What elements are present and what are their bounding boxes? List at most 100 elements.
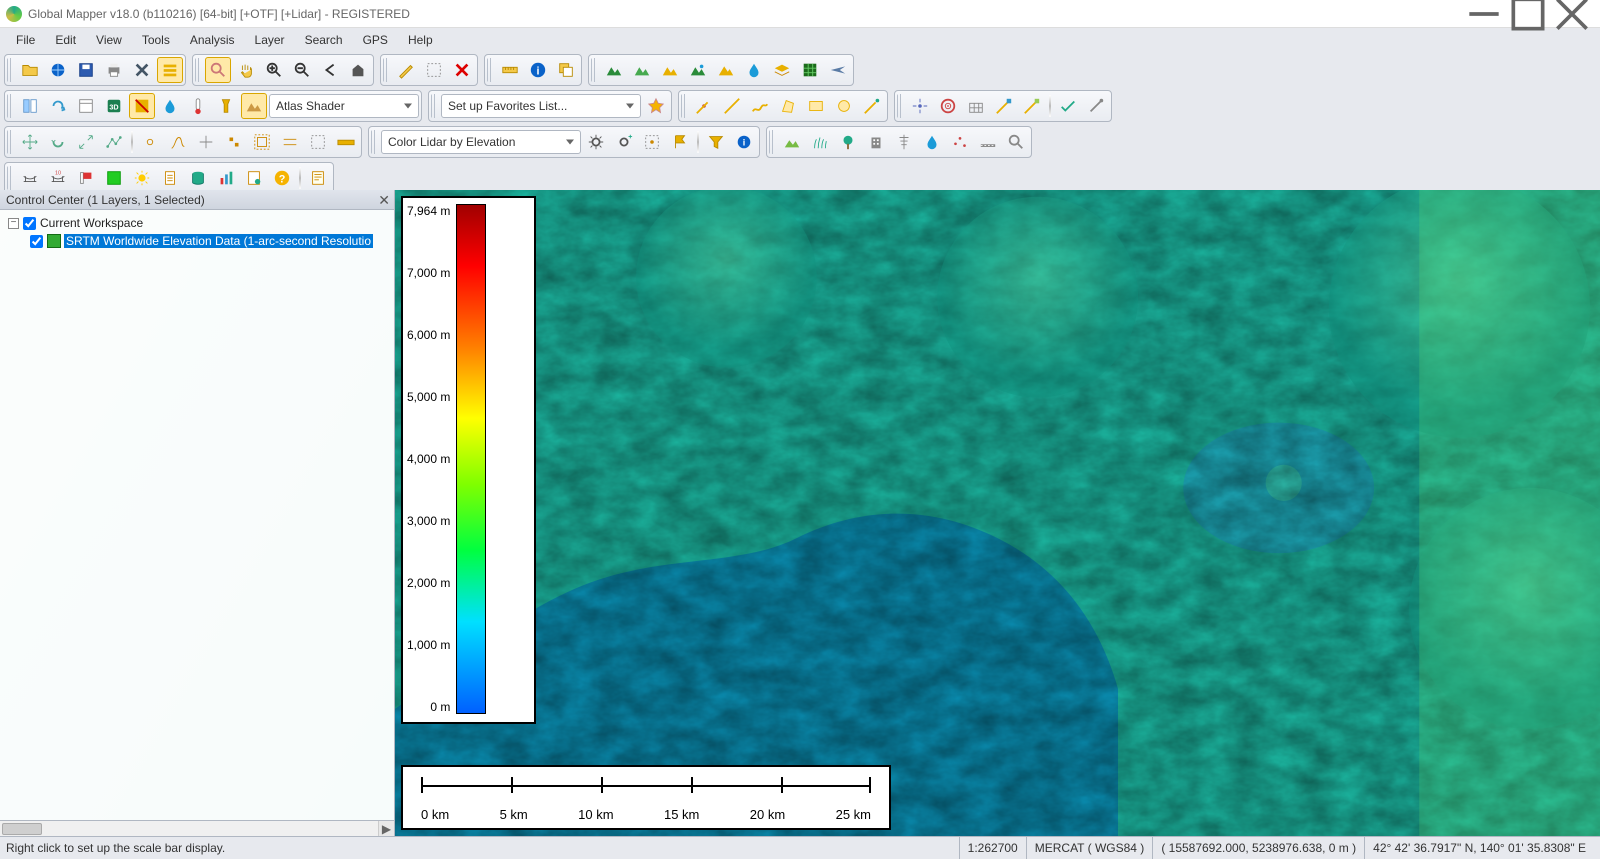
measure-button[interactable] bbox=[497, 57, 523, 83]
digitizer-button[interactable] bbox=[393, 57, 419, 83]
layer-visibility-checkbox[interactable] bbox=[30, 235, 43, 248]
scrollbar-thumb[interactable] bbox=[2, 823, 42, 835]
class-ground-icon[interactable] bbox=[779, 129, 805, 155]
feature-info-button[interactable]: i bbox=[525, 57, 551, 83]
draw-area-icon[interactable] bbox=[775, 93, 801, 119]
draw-text-icon[interactable] bbox=[859, 93, 885, 119]
fly-through-icon[interactable] bbox=[825, 57, 851, 83]
toolbar-handle-icon[interactable] bbox=[897, 94, 903, 118]
menu-analysis[interactable]: Analysis bbox=[180, 30, 245, 50]
print-button[interactable] bbox=[101, 57, 127, 83]
select-rect-button[interactable] bbox=[421, 57, 447, 83]
menu-layer[interactable]: Layer bbox=[245, 30, 295, 50]
toolbar-handle-icon[interactable] bbox=[383, 58, 389, 82]
db-icon[interactable] bbox=[185, 165, 211, 191]
trace-icon[interactable] bbox=[165, 129, 191, 155]
menu-edit[interactable]: Edit bbox=[45, 30, 86, 50]
scale-bar[interactable]: 0 km 5 km 10 km 15 km 20 km 25 km bbox=[401, 765, 891, 830]
target-icon[interactable] bbox=[935, 93, 961, 119]
window-maximize-button[interactable] bbox=[1506, 0, 1550, 28]
buffer-icon[interactable] bbox=[249, 129, 275, 155]
copy-view-button[interactable] bbox=[553, 57, 579, 83]
split-view-icon[interactable] bbox=[17, 93, 43, 119]
draw-freehand-icon[interactable] bbox=[747, 93, 773, 119]
lidar-gear-icon[interactable] bbox=[583, 129, 609, 155]
shader-select-button[interactable] bbox=[241, 93, 267, 119]
tree-expander-icon[interactable]: − bbox=[8, 218, 19, 229]
eraser-icon[interactable] bbox=[1019, 93, 1045, 119]
class-powerline-icon[interactable] bbox=[891, 129, 917, 155]
menu-view[interactable]: View bbox=[86, 30, 132, 50]
red-flag-icon[interactable] bbox=[73, 165, 99, 191]
open-button[interactable] bbox=[17, 57, 43, 83]
move-tool-icon[interactable] bbox=[17, 129, 43, 155]
bridge1-icon[interactable] bbox=[17, 165, 43, 191]
toolbar-handle-icon[interactable] bbox=[195, 58, 201, 82]
menu-gps[interactable]: GPS bbox=[353, 30, 398, 50]
bridge2-icon[interactable]: 10 bbox=[45, 165, 71, 191]
panel-close-icon[interactable]: ✕ bbox=[378, 192, 390, 209]
tree-layer-label[interactable]: SRTM Worldwide Elevation Data (1-arc-sec… bbox=[64, 234, 373, 248]
green-box-icon[interactable] bbox=[101, 165, 127, 191]
doc-icon[interactable] bbox=[157, 165, 183, 191]
map-view[interactable]: 7,964 m 7,000 m 6,000 m 5,000 m 4,000 m … bbox=[395, 190, 1600, 836]
favorite-star-icon[interactable] bbox=[643, 93, 669, 119]
class-road-icon[interactable] bbox=[975, 129, 1001, 155]
globe-button[interactable] bbox=[45, 57, 71, 83]
merge-icon[interactable] bbox=[221, 129, 247, 155]
rotate-tool-icon[interactable] bbox=[45, 129, 71, 155]
elevation-legend[interactable]: 7,964 m 7,000 m 6,000 m 5,000 m 4,000 m … bbox=[401, 196, 536, 724]
control-center-button[interactable] bbox=[157, 57, 183, 83]
toolbar-handle-icon[interactable] bbox=[591, 58, 597, 82]
scale-tool-icon[interactable] bbox=[73, 129, 99, 155]
flashlight-icon[interactable] bbox=[213, 93, 239, 119]
window-close-button[interactable] bbox=[1550, 0, 1594, 28]
clip-tool-icon[interactable] bbox=[305, 129, 331, 155]
toolbar-handle-icon[interactable] bbox=[7, 166, 13, 190]
help-icon[interactable]: ? bbox=[269, 165, 295, 191]
sidebar-h-scrollbar[interactable]: ▶ bbox=[0, 820, 394, 836]
toolbar-handle-icon[interactable] bbox=[681, 94, 687, 118]
layers-icon[interactable] bbox=[769, 57, 795, 83]
chart-icon[interactable] bbox=[213, 165, 239, 191]
toolbar-handle-icon[interactable] bbox=[7, 130, 13, 154]
toolbar-handle-icon[interactable] bbox=[7, 58, 13, 82]
menu-file[interactable]: File bbox=[6, 30, 45, 50]
zoom-out-button[interactable] bbox=[289, 57, 315, 83]
toolbar-handle-icon[interactable] bbox=[7, 94, 13, 118]
class-noise-icon[interactable] bbox=[947, 129, 973, 155]
class-search-icon[interactable] bbox=[1003, 129, 1029, 155]
zoom-in-button[interactable] bbox=[261, 57, 287, 83]
offset-icon[interactable] bbox=[277, 129, 303, 155]
tree-root-row[interactable]: − Current Workspace bbox=[8, 214, 394, 232]
config-button[interactable] bbox=[129, 57, 155, 83]
script-icon[interactable] bbox=[305, 165, 331, 191]
draw-circle-icon[interactable] bbox=[831, 93, 857, 119]
vertex-edit-icon[interactable] bbox=[101, 129, 127, 155]
water-level-icon[interactable] bbox=[157, 93, 183, 119]
class-grass-icon[interactable] bbox=[807, 129, 833, 155]
grid-analysis-icon[interactable] bbox=[797, 57, 823, 83]
terrain-peaks2-icon[interactable] bbox=[629, 57, 655, 83]
menu-search[interactable]: Search bbox=[295, 30, 353, 50]
tree-layer-row[interactable]: SRTM Worldwide Elevation Data (1-arc-sec… bbox=[30, 232, 394, 250]
toolbar-handle-icon[interactable] bbox=[371, 130, 377, 154]
pan-tool-button[interactable] bbox=[233, 57, 259, 83]
class-tree-icon[interactable] bbox=[835, 129, 861, 155]
draw-rect-icon[interactable] bbox=[803, 93, 829, 119]
toolbar-handle-icon[interactable] bbox=[487, 58, 493, 82]
save-button[interactable] bbox=[73, 57, 99, 83]
report-icon[interactable] bbox=[241, 165, 267, 191]
lidar-color-combo[interactable]: Color Lidar by Elevation bbox=[381, 130, 581, 154]
shader-combo[interactable]: Atlas Shader bbox=[269, 94, 419, 118]
layer-tree[interactable]: − Current Workspace SRTM Worldwide Eleva… bbox=[0, 210, 394, 820]
draw-line-icon[interactable] bbox=[719, 93, 745, 119]
lidar-select-icon[interactable] bbox=[639, 129, 665, 155]
snap-icon[interactable] bbox=[137, 129, 163, 155]
menu-help[interactable]: Help bbox=[398, 30, 443, 50]
layer-toggle-icon[interactable] bbox=[129, 93, 155, 119]
lidar-info-icon[interactable]: i bbox=[731, 129, 757, 155]
grid-edit-icon[interactable] bbox=[963, 93, 989, 119]
view-3d-icon[interactable]: 3D bbox=[101, 93, 127, 119]
zoom-tool-button[interactable] bbox=[205, 57, 231, 83]
